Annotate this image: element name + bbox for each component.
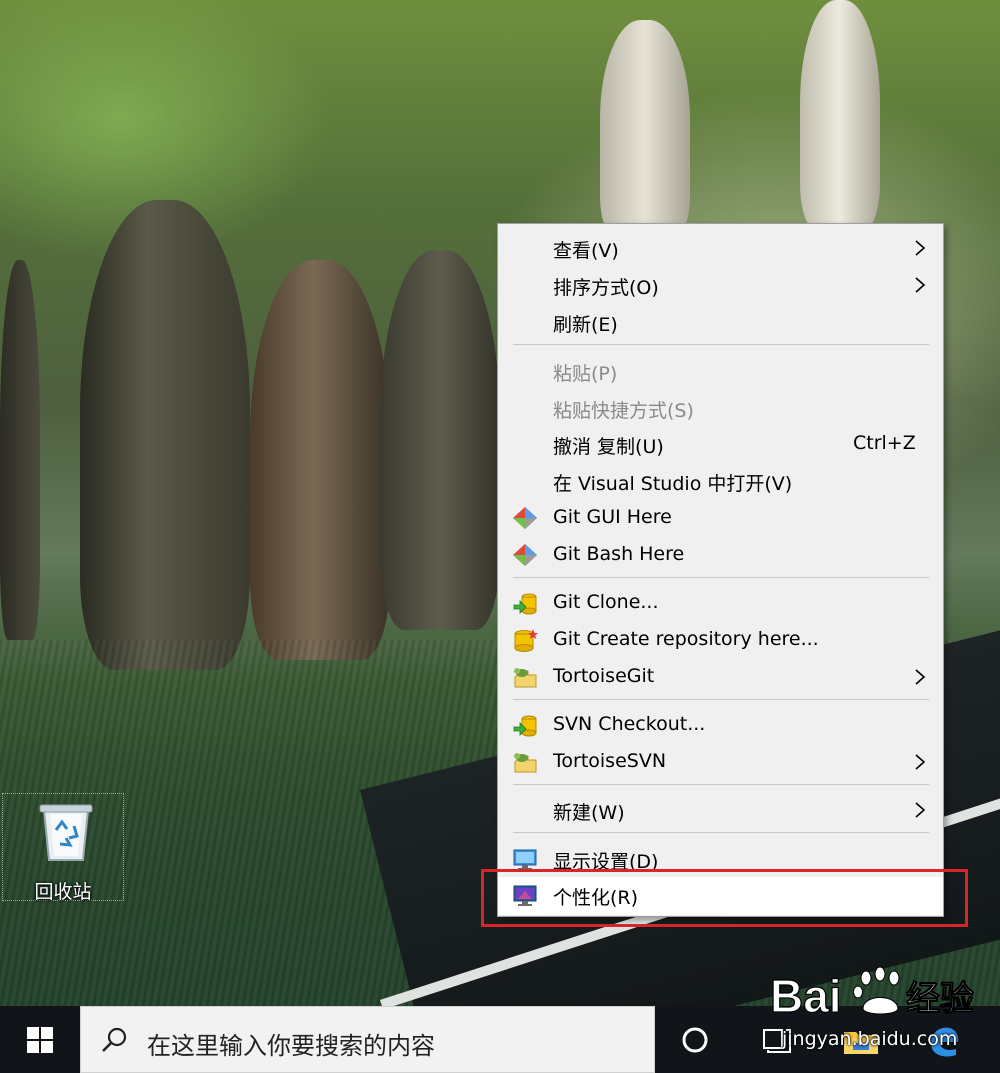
wallpaper-tree-trunk <box>250 260 390 660</box>
menu-item-label: 在 Visual Studio 中打开(V) <box>553 473 793 495</box>
menu-item-undo-copy[interactable]: 撤消 复制(U) Ctrl+Z <box>498 426 943 462</box>
menu-separator <box>513 577 929 578</box>
menu-item-git-create-repository[interactable]: Git Create repository here... <box>498 622 943 658</box>
menu-item-tortoisegit[interactable]: TortoiseGit <box>498 659 943 695</box>
wallpaper-tree-trunk <box>800 0 880 230</box>
menu-item-view[interactable]: 查看(V) <box>498 230 943 266</box>
baidu-logo-icon: Bai 经验 <box>769 966 975 1023</box>
baidu-jingyan-watermark: Bai 经验 jingyan.baidu.com <box>768 960 998 1056</box>
desktop-icon-recycle-bin[interactable]: 回收站 <box>2 793 124 903</box>
wallpaper-tree-trunk <box>0 260 40 640</box>
menu-separator <box>513 344 929 345</box>
search-icon <box>102 1027 127 1052</box>
svg-text:经验: 经验 <box>906 979 974 1019</box>
tortoisesvn-icon <box>514 753 537 773</box>
chevron-right-icon <box>915 669 926 685</box>
menu-item-label: Git GUI Here <box>553 506 672 528</box>
menu-separator <box>513 699 929 700</box>
menu-item-sort-by[interactable]: 排序方式(O) <box>498 267 943 303</box>
menu-item-refresh[interactable]: 刷新(E) <box>498 304 943 340</box>
chevron-right-icon <box>915 754 926 770</box>
tortoisegit-icon <box>514 668 537 688</box>
wallpaper-tree-trunk <box>80 200 250 670</box>
menu-item-label: 粘贴快捷方式(S) <box>553 400 694 422</box>
menu-item-svn-checkout[interactable]: SVN Checkout... <box>498 707 943 743</box>
menu-item-label: SVN Checkout... <box>553 713 706 735</box>
svg-text:Bai: Bai <box>770 970 842 1022</box>
menu-item-label: 撤消 复制(U) <box>553 436 664 458</box>
display-settings-icon <box>513 849 537 870</box>
menu-item-paste[interactable]: 粘贴(P) <box>498 353 943 389</box>
git-clone-icon <box>513 593 537 615</box>
recycle-bin-label: 回收站 <box>34 881 92 903</box>
desktop-context-menu: 查看(V) 排序方式(O) 刷新(E) 粘贴(P) 粘贴快捷方式(S) 撤消 复… <box>497 223 944 917</box>
cortana-icon[interactable] <box>680 1025 710 1055</box>
taskbar-search-box[interactable]: 在这里输入你要搜索的内容 <box>80 1006 655 1073</box>
chevron-right-icon <box>915 802 926 818</box>
menu-item-label: Git Create repository here... <box>553 628 819 650</box>
menu-item-git-bash-here[interactable]: Git Bash Here <box>498 537 943 573</box>
menu-item-git-clone[interactable]: Git Clone... <box>498 585 943 621</box>
menu-separator <box>513 832 929 833</box>
menu-item-label: 排序方式(O) <box>553 277 659 299</box>
chevron-right-icon <box>915 240 926 256</box>
menu-item-shortcut: Ctrl+Z <box>853 432 916 454</box>
svn-checkout-icon <box>513 715 537 737</box>
start-button[interactable] <box>0 1006 80 1073</box>
wallpaper-tree-trunk <box>600 20 690 240</box>
menu-item-label: 查看(V) <box>553 240 619 262</box>
menu-item-tortoisesvn[interactable]: TortoiseSVN <box>498 744 943 780</box>
annotation-highlight-box <box>481 869 968 927</box>
menu-separator <box>513 784 929 785</box>
menu-item-label: 新建(W) <box>553 802 625 824</box>
wallpaper-tree-trunk <box>380 250 500 630</box>
menu-item-git-gui-here[interactable]: Git GUI Here <box>498 500 943 536</box>
search-placeholder: 在这里输入你要搜索的内容 <box>147 1032 435 1060</box>
menu-item-open-in-visual-studio[interactable]: 在 Visual Studio 中打开(V) <box>498 463 943 499</box>
recycle-bin-icon <box>39 804 93 861</box>
menu-item-label: 粘贴(P) <box>553 363 618 385</box>
menu-item-paste-shortcut[interactable]: 粘贴快捷方式(S) <box>498 390 943 426</box>
menu-item-label: Git Bash Here <box>553 543 685 565</box>
chevron-right-icon <box>915 277 926 293</box>
menu-item-label: Git Clone... <box>553 591 659 613</box>
git-gui-icon <box>513 507 537 529</box>
menu-item-label: 刷新(E) <box>553 314 618 336</box>
git-create-repo-icon <box>514 629 538 652</box>
menu-item-label: TortoiseSVN <box>553 750 667 772</box>
watermark-url: jingyan.baidu.com <box>782 1028 958 1050</box>
menu-item-new[interactable]: 新建(W) <box>498 792 943 828</box>
menu-item-label: TortoiseGit <box>553 665 655 687</box>
git-bash-icon <box>513 544 537 566</box>
windows-start-icon <box>27 1027 53 1053</box>
